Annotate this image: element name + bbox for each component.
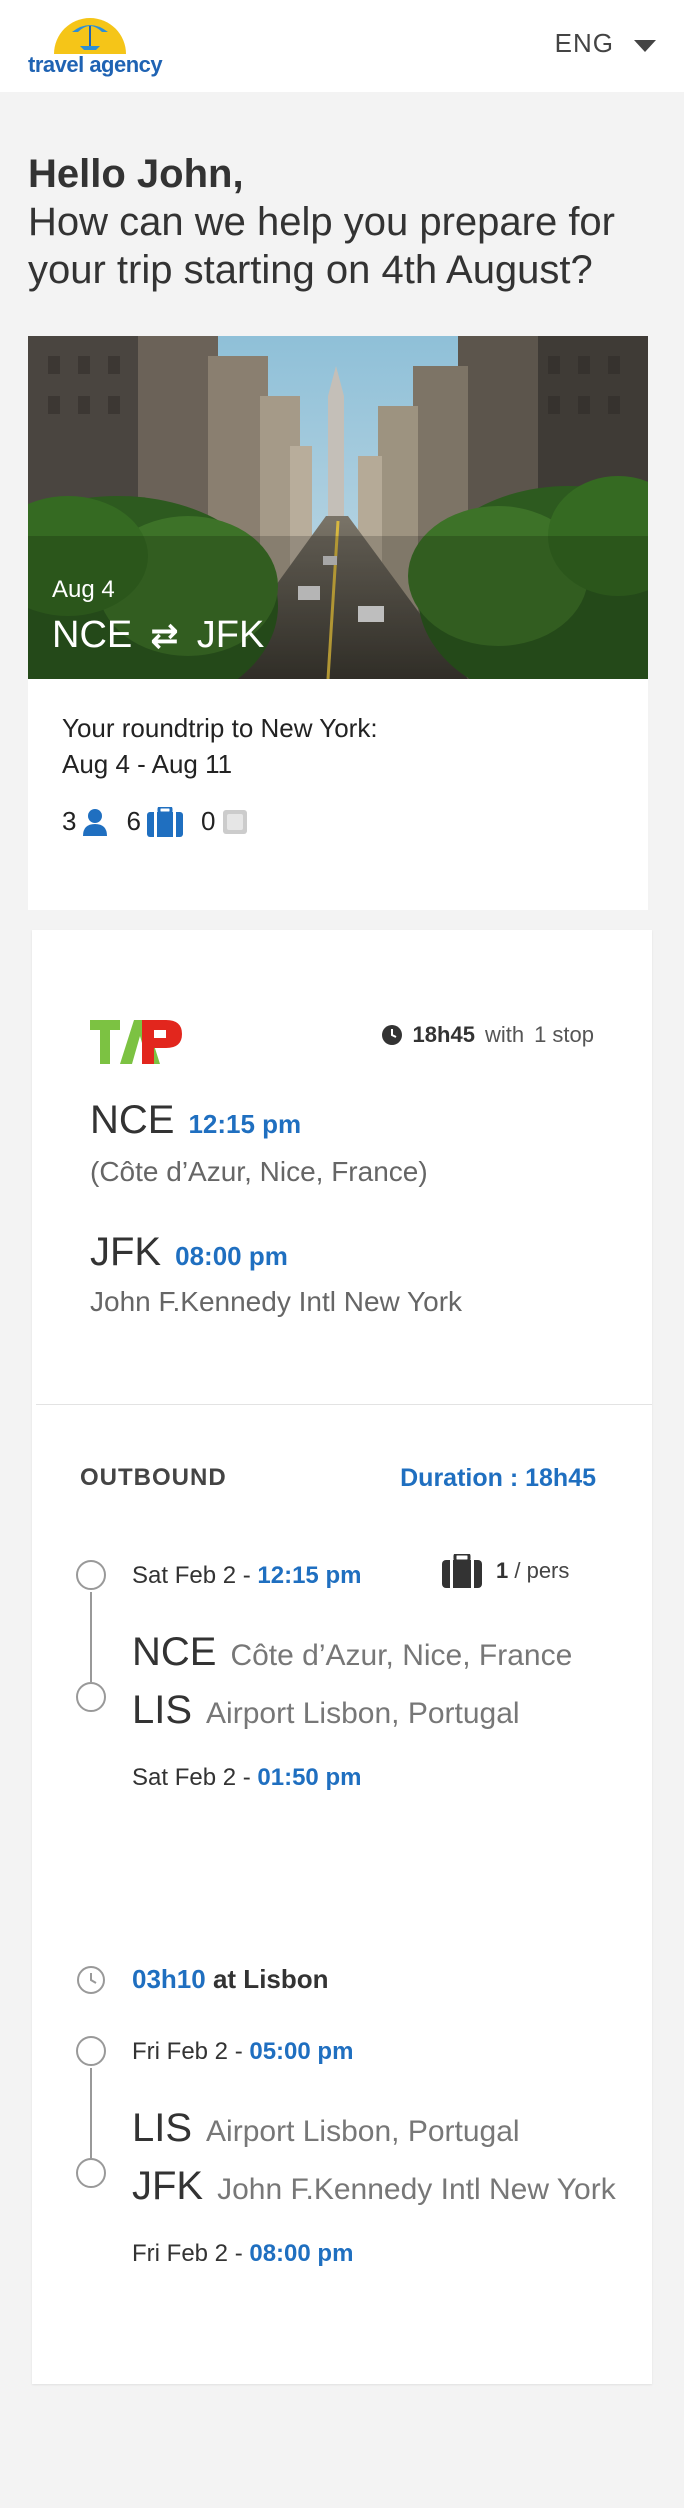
trip-counts: 3 6 0 [62, 806, 267, 837]
leg1-departure: Sat Feb 2 - 12:15 pm [132, 1562, 361, 1590]
tap-airline-logo [90, 1016, 182, 1069]
suitcase-icon [442, 1554, 482, 1588]
trip-origin-code: NCE [52, 614, 133, 656]
leg1-arrival: Sat Feb 2 - 01:50 pm [132, 1764, 361, 1792]
arrival-place: John F.Kennedy Intl New York [90, 1286, 463, 1317]
flight-details-card: 18h45 with 1 stop NCE 12:15 pm (Côte d’A… [32, 930, 652, 2384]
arrival-code: JFK [90, 1230, 162, 1274]
leg1-from-place: Côte d’Azur, Nice, France [230, 1639, 573, 1672]
leg1-dep-date: Sat Feb 2 - [132, 1562, 258, 1589]
passenger-count: 3 [62, 806, 77, 836]
layover-time: 03h10 [132, 1964, 206, 1994]
leg1-to: LIS Airport Lisbon, Portugal [132, 1688, 520, 1733]
trip-card[interactable]: Aug 4 NCE ⇄ JFK Your roundtrip to New Yo… [28, 336, 648, 910]
outbound-label: OUTBOUND [80, 1464, 227, 1491]
bag-allowance-count: 1 [496, 1558, 509, 1583]
trip-summary: Your roundtrip to New York: Aug 4 - Aug … [62, 710, 378, 782]
language-selector[interactable]: ENG [555, 28, 656, 59]
sun-umbrella-icon [54, 18, 126, 54]
clock-icon [381, 1025, 402, 1045]
layover-place: at Lisbon [212, 1964, 329, 1994]
leg1-from: NCE Côte d’Azur, Nice, France [132, 1630, 572, 1675]
outbound-duration: Duration : 18h45 [400, 1464, 596, 1492]
leg2-from-place: Airport Lisbon, Portugal [206, 2115, 520, 2148]
leg2-to-place: John F.Kennedy Intl New York [217, 2173, 616, 2206]
leg2-departure: Fri Feb 2 - 05:00 pm [132, 2038, 353, 2066]
baggage-allowance: 1 / pers [442, 1554, 569, 1588]
leg2-dep-time: 05:00 pm [249, 2038, 354, 2065]
leg2-arr-time: 08:00 pm [249, 2240, 354, 2267]
timeline-dot [76, 1682, 106, 1712]
leg2-to-code: JFK [132, 2164, 204, 2208]
leg2-arrival: Fri Feb 2 - 08:00 pm [132, 2240, 353, 2268]
arrival-time: 08:00 pm [175, 1241, 288, 1271]
leg2-from: LIS Airport Lisbon, Portugal [132, 2106, 520, 2151]
language-label: ENG [554, 28, 614, 58]
leg1-arr-time: 01:50 pm [257, 1764, 362, 1791]
leg1-to-code: LIS [132, 1688, 193, 1732]
trip-route: NCE ⇄ JFK [52, 614, 264, 657]
timeline-line [90, 1592, 92, 1682]
arrival-summary: JFK 08:00 pm [90, 1230, 288, 1275]
bag-allowance-unit: / pers [508, 1558, 570, 1583]
logo-text: travel agency [28, 52, 163, 77]
leg2-dep-date: Fri Feb 2 - [132, 2038, 250, 2065]
suitcase-icon [146, 806, 183, 837]
new-york-street-image: Aug 4 NCE ⇄ JFK [28, 336, 648, 679]
trip-title: Your roundtrip to New York: [62, 713, 378, 743]
departure-time: 12:15 pm [188, 1109, 302, 1139]
greeting: Hello John, How can we help you prepare … [28, 150, 658, 294]
person-icon [82, 808, 108, 836]
timeline-line [90, 2068, 92, 2158]
greeting-hello: Hello John, [28, 152, 244, 196]
layover: 03h10 at Lisbon [76, 1964, 329, 1995]
leg2-from-code: LIS [132, 2106, 193, 2150]
leg1-to-place: Airport Lisbon, Portugal [206, 1697, 520, 1730]
leg1-from-code: NCE [132, 1630, 217, 1674]
divider [36, 1404, 652, 1405]
leg1-arr-date: Sat Feb 2 - [132, 1764, 258, 1791]
stops-count: 1 stop [534, 1022, 594, 1047]
greeting-question: How can we help you prepare for your tri… [28, 200, 615, 292]
leg2-to: JFK John F.Kennedy Intl New York [132, 2164, 616, 2209]
duration-value: 18h45 [412, 1022, 475, 1047]
clock-icon [77, 1965, 105, 1994]
trip-destination-code: JFK [196, 614, 265, 656]
swap-arrows-icon: ⇄ [150, 616, 179, 655]
chevron-down-icon [634, 39, 656, 52]
other-count: 0 [200, 806, 216, 836]
duration-with: with [484, 1022, 525, 1047]
trip-start-date: Aug 4 [52, 576, 115, 603]
departure-summary: NCE 12:15 pm [90, 1098, 301, 1143]
timeline-dot [76, 1560, 106, 1590]
trip-dates: Aug 4 - Aug 11 [62, 749, 233, 779]
leg1-dep-time: 12:15 pm [257, 1562, 362, 1589]
departure-place: (Côte d’Azur, Nice, France) [90, 1156, 428, 1187]
bag-count: 6 [126, 806, 141, 836]
timeline-dot [76, 2036, 106, 2066]
top-header: travel agency ENG [0, 0, 684, 92]
leg2-arr-date: Fri Feb 2 - [132, 2240, 250, 2267]
departure-code: NCE [90, 1098, 175, 1142]
timeline-dot [76, 2158, 106, 2188]
total-duration: 18h45 with 1 stop [381, 1022, 594, 1048]
seat-icon [221, 808, 249, 836]
travel-agency-logo[interactable]: travel agency [28, 10, 163, 82]
